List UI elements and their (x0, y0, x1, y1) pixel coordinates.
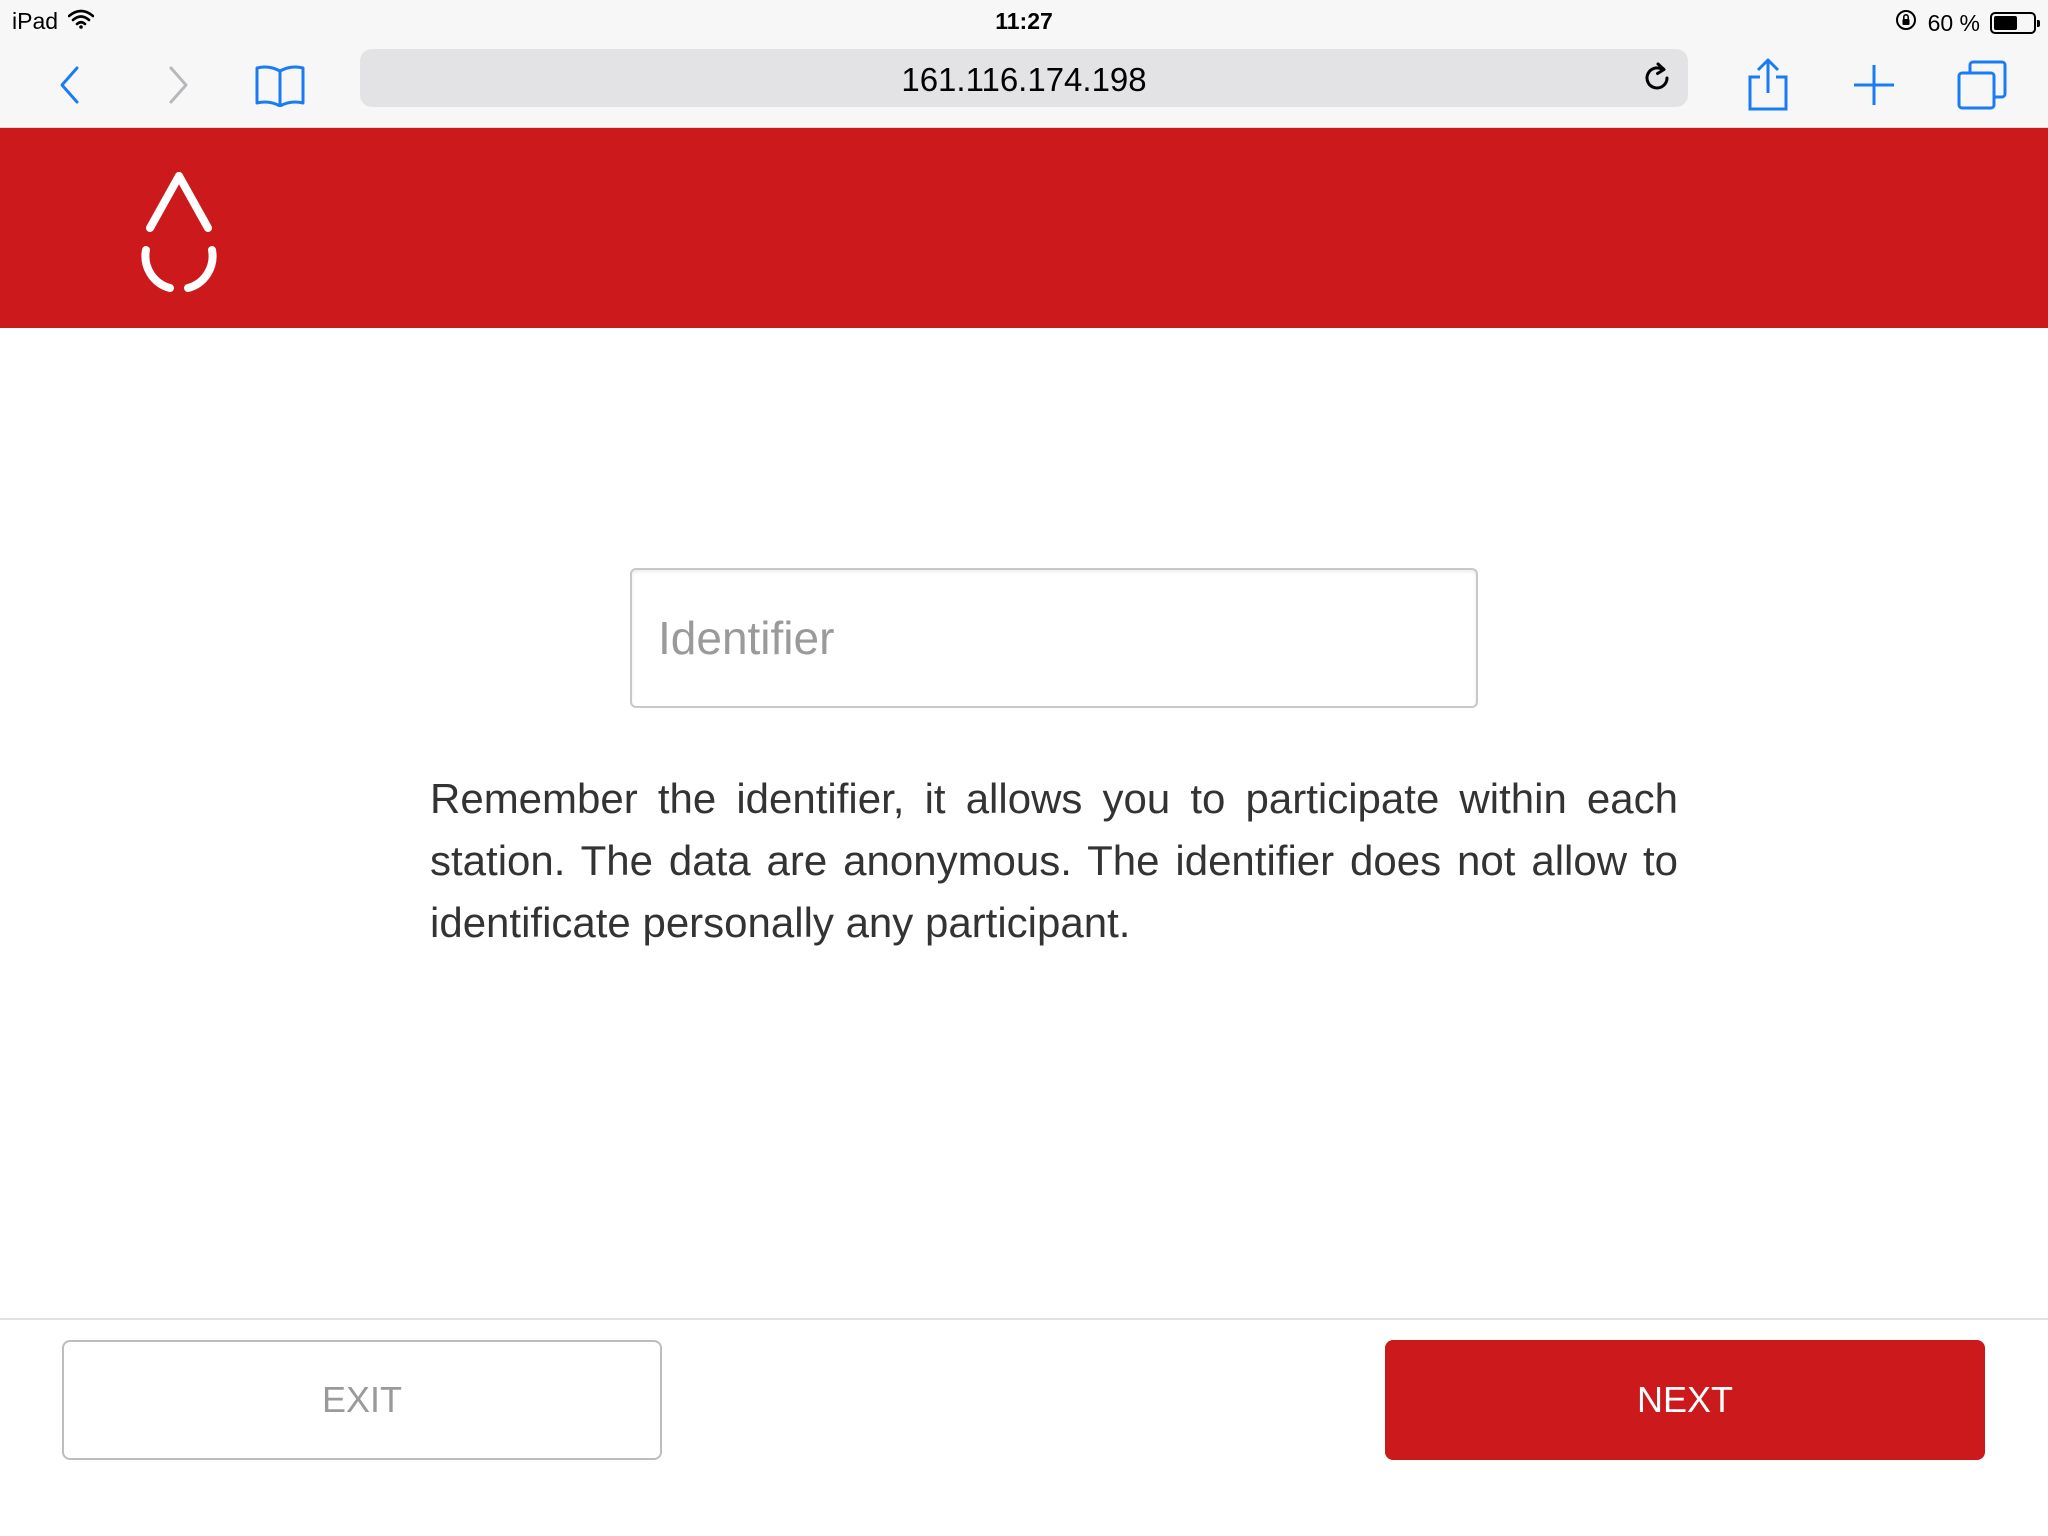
bookmarks-button[interactable] (250, 42, 310, 128)
rotation-lock-icon (1894, 8, 1918, 38)
battery-percent: 60 % (1927, 9, 1980, 36)
back-icon (60, 66, 79, 104)
share-button[interactable] (1740, 42, 1796, 128)
url-text: 161.116.174.198 (901, 61, 1147, 98)
address-bar[interactable]: 161.116.174.198 (360, 49, 1688, 107)
tabs-icon (1957, 60, 2007, 110)
forward-icon (169, 66, 188, 104)
identifier-input[interactable] (630, 568, 1478, 708)
app-header (0, 128, 2048, 328)
blood-drop-logo (136, 170, 222, 305)
next-button[interactable]: NEXT (1385, 1340, 1985, 1460)
reload-button[interactable] (1640, 61, 1674, 100)
tabs-button[interactable] (1954, 42, 2010, 128)
footer-bar: EXIT NEXT (0, 1318, 2048, 1536)
blood-drop-icon (141, 172, 217, 292)
back-button[interactable] (50, 42, 90, 128)
battery-fill (1994, 16, 2017, 30)
bookmarks-icon (255, 65, 305, 107)
new-tab-icon (1854, 65, 1894, 105)
status-right: 60 % (1894, 8, 2040, 38)
battery-icon (1990, 12, 2040, 34)
forward-button[interactable] (158, 42, 198, 128)
browser-toolbar: 161.116.174.198 (0, 42, 2048, 128)
share-icon (1748, 58, 1788, 111)
status-bar: iPad 11:27 60 % (0, 0, 2048, 42)
new-tab-button[interactable] (1848, 42, 1900, 128)
reload-icon (1645, 62, 1669, 90)
exit-button[interactable]: EXIT (62, 1340, 662, 1460)
identifier-info-text: Remember the identifier, it allows you t… (430, 775, 1678, 946)
status-time: 11:27 (995, 8, 1053, 34)
